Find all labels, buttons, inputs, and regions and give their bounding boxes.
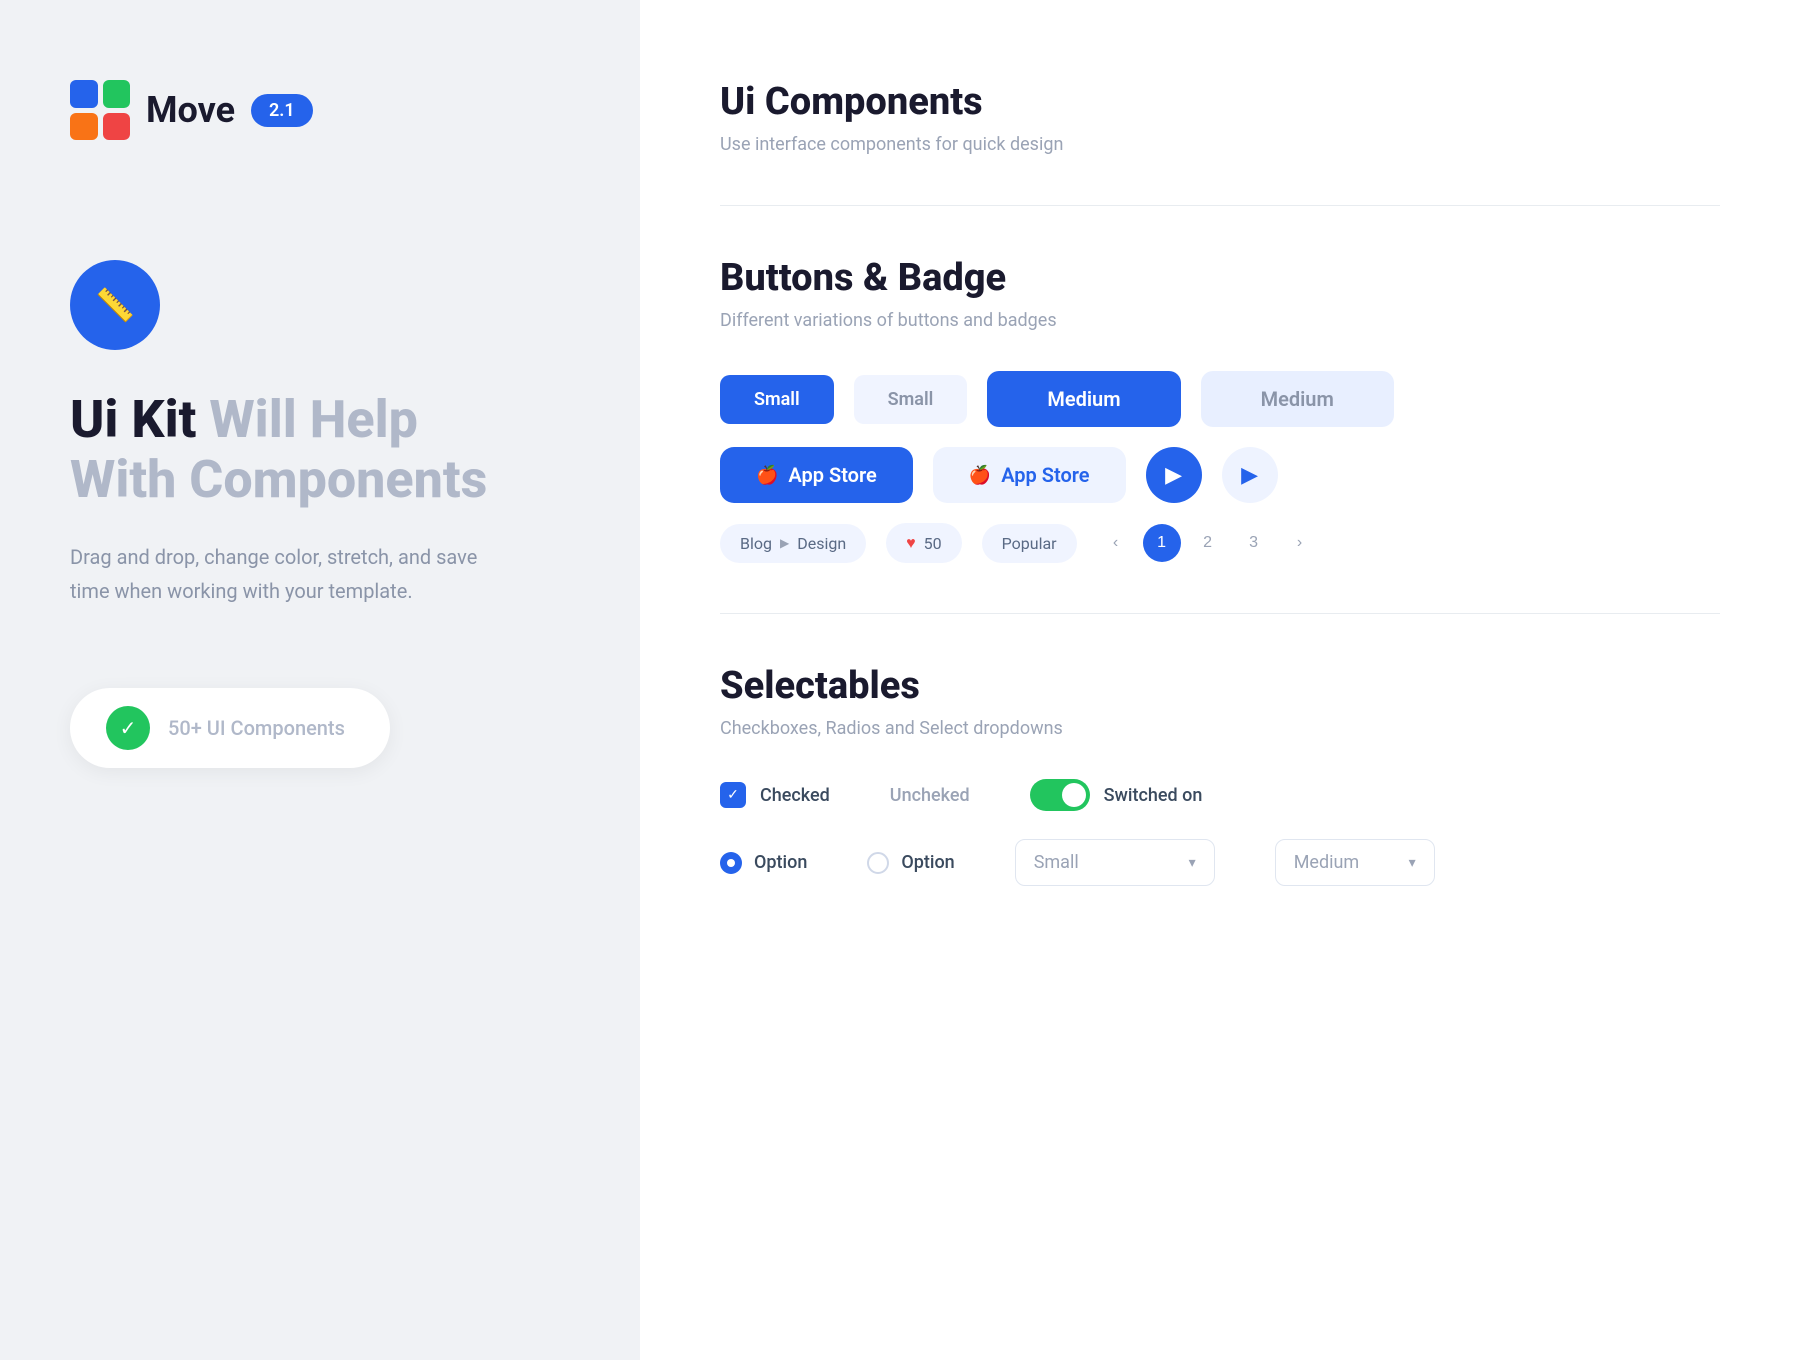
checkbox-box: ✓ — [720, 782, 746, 808]
breadcrumb-badge: Blog ▶ Design — [720, 524, 866, 563]
buttons-row-3: Blog ▶ Design ♥ 50 Popular ‹ 1 2 3 › — [720, 523, 1720, 563]
logo-sq-blue — [70, 80, 98, 108]
pagination: ‹ 1 2 3 › — [1097, 524, 1319, 562]
hero-title-light2: With Components — [70, 449, 487, 510]
checked-label: Checked — [760, 785, 830, 806]
apple-icon-blue: 🍎 — [969, 465, 991, 486]
apple-icon-white: 🍎 — [756, 465, 778, 486]
divider-1 — [720, 205, 1720, 206]
checkbox-check-icon: ✓ — [727, 787, 739, 803]
heart-count: 50 — [924, 534, 942, 553]
buttons-sub: Different variations of buttons and badg… — [720, 310, 1720, 331]
pagination-prev[interactable]: ‹ — [1097, 524, 1135, 562]
left-panel: Move 2.1 📏 Ui Kit Will Help With Compone… — [0, 0, 640, 1360]
logo-text: Move — [146, 89, 235, 131]
btn-circle-blue[interactable]: ▶ — [1146, 447, 1202, 503]
logo-grid — [70, 80, 130, 140]
badge-text: 50+ UI Components — [168, 716, 345, 740]
pagination-3[interactable]: 3 — [1235, 524, 1273, 562]
btn-small-blue[interactable]: Small — [720, 375, 834, 424]
select-dropdown-arrow: ▾ — [1189, 855, 1196, 871]
check-icon: ✓ — [120, 716, 137, 740]
btn-appstore-blue[interactable]: 🍎 App Store — [720, 447, 913, 503]
ruler-icon: 📏 — [95, 286, 135, 324]
radio-option-2[interactable]: Option — [867, 852, 954, 874]
logo-row: Move 2.1 — [70, 80, 570, 140]
toggle-wrapper[interactable]: Switched on — [1030, 779, 1203, 811]
right-panel: Ui Components Use interface components f… — [640, 0, 1800, 1360]
hero-title-dark: Ui Kit — [70, 389, 209, 450]
checkbox-checked[interactable]: ✓ Checked — [720, 782, 830, 808]
select-small-text: Small — [1034, 852, 1079, 873]
btn-circle-outline[interactable]: ▶ — [1222, 447, 1278, 503]
buttons-row-1: Small Small Medium Medium — [720, 371, 1720, 427]
radio-inner-1 — [727, 859, 735, 867]
logo-sq-red — [103, 113, 131, 141]
main-sub: Use interface components for quick desig… — [720, 134, 1720, 155]
select-dropdown-medium-arrow: ▾ — [1409, 855, 1416, 871]
buttons-section: Buttons & Badge Different variations of … — [720, 256, 1720, 563]
buttons-title: Buttons & Badge — [720, 256, 1720, 300]
heart-icon: ♥ — [906, 533, 916, 553]
breadcrumb-start: Blog — [740, 534, 772, 553]
hero-title-light1: Will Help — [209, 389, 418, 450]
checkbox-unchecked[interactable]: Uncheked — [890, 785, 970, 806]
btn-medium-blue[interactable]: Medium — [987, 371, 1180, 427]
pagination-2[interactable]: 2 — [1189, 524, 1227, 562]
buttons-row-2: 🍎 App Store 🍎 App Store ▶ ▶ — [720, 447, 1720, 503]
pagination-next[interactable]: › — [1281, 524, 1319, 562]
popular-badge: Popular — [982, 524, 1077, 563]
logo-sq-orange — [70, 113, 98, 141]
btn-appstore-blue-label: App Store — [788, 463, 876, 487]
breadcrumb-end: Design — [797, 534, 846, 553]
radio-option-1-label: Option — [754, 852, 807, 873]
btn-appstore-light-label: App Store — [1001, 463, 1089, 487]
divider-2 — [720, 613, 1720, 614]
logo-sq-green — [103, 80, 131, 108]
unchecked-label: Uncheked — [890, 785, 970, 806]
select-medium-text: Medium — [1294, 852, 1360, 873]
version-badge: 2.1 — [251, 94, 313, 127]
select-row-1: ✓ Checked Uncheked Switched on — [720, 779, 1720, 811]
select-dropdown-medium[interactable]: Medium ▾ — [1275, 839, 1435, 886]
btn-appstore-light[interactable]: 🍎 App Store — [933, 447, 1126, 503]
btn-small-outline[interactable]: Small — [854, 375, 968, 424]
main-title: Ui Components — [720, 80, 1720, 124]
radio-unselected — [867, 852, 889, 874]
radio-dot-1 — [720, 852, 742, 874]
selectables-section: Selectables Checkboxes, Radios and Selec… — [720, 664, 1720, 886]
heart-badge: ♥ 50 — [886, 523, 961, 563]
hero-desc: Drag and drop, change color, stretch, an… — [70, 540, 520, 608]
selectables-sub: Checkboxes, Radios and Select dropdowns — [720, 718, 1720, 739]
select-row-2: Option Option Small ▾ Medium ▾ — [720, 839, 1720, 886]
pagination-1[interactable]: 1 — [1143, 524, 1181, 562]
toggle-label: Switched on — [1104, 785, 1203, 806]
toggle-knob — [1062, 783, 1086, 807]
radio-option-1[interactable]: Option — [720, 852, 807, 874]
btn-medium-outline[interactable]: Medium — [1201, 371, 1394, 427]
select-dropdown-small[interactable]: Small ▾ — [1015, 839, 1215, 886]
radio-option-2-label: Option — [901, 852, 954, 873]
check-circle: ✓ — [106, 706, 150, 750]
selectables-title: Selectables — [720, 664, 1720, 708]
breadcrumb-arrow-icon: ▶ — [780, 536, 789, 550]
toggle[interactable] — [1030, 779, 1090, 811]
hero-title: Ui Kit Will Help With Components — [70, 390, 570, 510]
ruler-icon-circle: 📏 — [70, 260, 160, 350]
components-badge: ✓ 50+ UI Components — [70, 688, 390, 768]
